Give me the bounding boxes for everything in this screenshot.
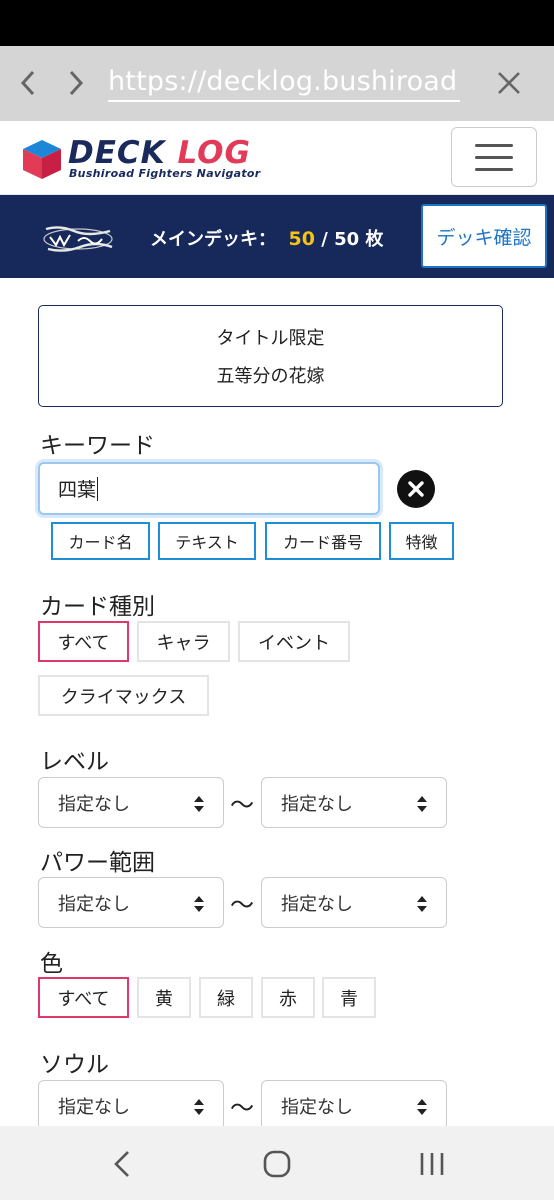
select-arrows-icon bbox=[194, 796, 204, 812]
title-restriction-label: タイトル限定 bbox=[216, 328, 325, 349]
deck-bar: メインデッキ： 50 / 50 枚 デッキ確認 bbox=[0, 195, 554, 278]
title-restriction-name: 五等分の花嫁 bbox=[216, 366, 325, 387]
level-label: レベル bbox=[40, 749, 109, 775]
weiss-schwarz-logo-icon bbox=[43, 226, 113, 252]
range-tilde: 〜 bbox=[230, 1094, 254, 1122]
deck-confirm-button[interactable]: デッキ確認 bbox=[421, 204, 547, 268]
close-icon[interactable] bbox=[486, 60, 532, 106]
range-tilde: 〜 bbox=[230, 791, 254, 819]
decklog-cube-icon bbox=[23, 140, 61, 179]
hamburger-menu-icon[interactable] bbox=[451, 127, 537, 187]
keyword-label: キーワード bbox=[40, 433, 155, 459]
keyword-option-text[interactable]: テキスト bbox=[158, 522, 256, 560]
select-arrows-icon bbox=[194, 896, 204, 912]
site-logo-subtitle: Bushiroad Fighters Navigator bbox=[69, 167, 261, 180]
color-yellow[interactable]: 黄 bbox=[137, 977, 191, 1018]
level-to-select[interactable]: 指定なし bbox=[261, 777, 447, 828]
back-chevron-icon[interactable] bbox=[8, 60, 48, 106]
keyword-option-card-number[interactable]: カード番号 bbox=[265, 522, 381, 560]
power-to-select[interactable]: 指定なし bbox=[261, 877, 447, 928]
select-arrows-icon bbox=[194, 1099, 204, 1115]
power-from-select[interactable]: 指定なし bbox=[38, 877, 224, 928]
card-type-all[interactable]: すべて bbox=[38, 621, 129, 662]
range-tilde: 〜 bbox=[230, 891, 254, 919]
keyword-input[interactable]: 四葉 bbox=[38, 462, 380, 515]
color-red[interactable]: 赤 bbox=[261, 977, 315, 1018]
main-deck-count: メインデッキ： 50 / 50 枚 bbox=[150, 228, 384, 250]
system-recents-icon[interactable] bbox=[419, 1150, 445, 1178]
system-back-icon[interactable] bbox=[110, 1150, 134, 1178]
select-arrows-icon bbox=[417, 1099, 427, 1115]
status-bar bbox=[0, 0, 554, 46]
color-all[interactable]: すべて bbox=[38, 977, 129, 1018]
system-home-icon[interactable] bbox=[263, 1150, 291, 1178]
card-type-label: カード種別 bbox=[40, 594, 155, 620]
soul-to-select[interactable]: 指定なし bbox=[261, 1080, 447, 1131]
clear-keyword-icon[interactable] bbox=[397, 470, 435, 508]
card-type-character[interactable]: キャラ bbox=[137, 621, 230, 662]
color-blue[interactable]: 青 bbox=[322, 977, 376, 1018]
soul-from-select[interactable]: 指定なし bbox=[38, 1080, 224, 1131]
system-navigation-bar bbox=[0, 1126, 554, 1200]
level-from-select[interactable]: 指定なし bbox=[38, 777, 224, 828]
card-type-climax[interactable]: クライマックス bbox=[38, 675, 209, 716]
color-green[interactable]: 緑 bbox=[199, 977, 253, 1018]
color-label: 色 bbox=[40, 951, 63, 977]
card-type-event[interactable]: イベント bbox=[238, 621, 350, 662]
select-arrows-icon bbox=[417, 896, 427, 912]
browser-url-bar: https://decklog.bushiroad.co bbox=[0, 46, 554, 121]
deck-count-value: 50 bbox=[288, 228, 315, 250]
select-arrows-icon bbox=[417, 796, 427, 812]
keyword-option-card-name[interactable]: カード名 bbox=[51, 522, 150, 560]
soul-label: ソウル bbox=[40, 1052, 109, 1078]
power-range-label: パワー範囲 bbox=[40, 850, 155, 876]
title-restriction-box: タイトル限定 五等分の花嫁 bbox=[38, 305, 503, 407]
forward-chevron-icon[interactable] bbox=[56, 60, 96, 106]
url-field[interactable]: https://decklog.bushiroad.co bbox=[108, 68, 460, 102]
keyword-option-trait[interactable]: 特徴 bbox=[389, 522, 454, 560]
site-header: DECK LOG Bushiroad Fighters Navigator bbox=[0, 121, 554, 195]
site-logo[interactable]: DECK LOG bbox=[68, 136, 251, 170]
